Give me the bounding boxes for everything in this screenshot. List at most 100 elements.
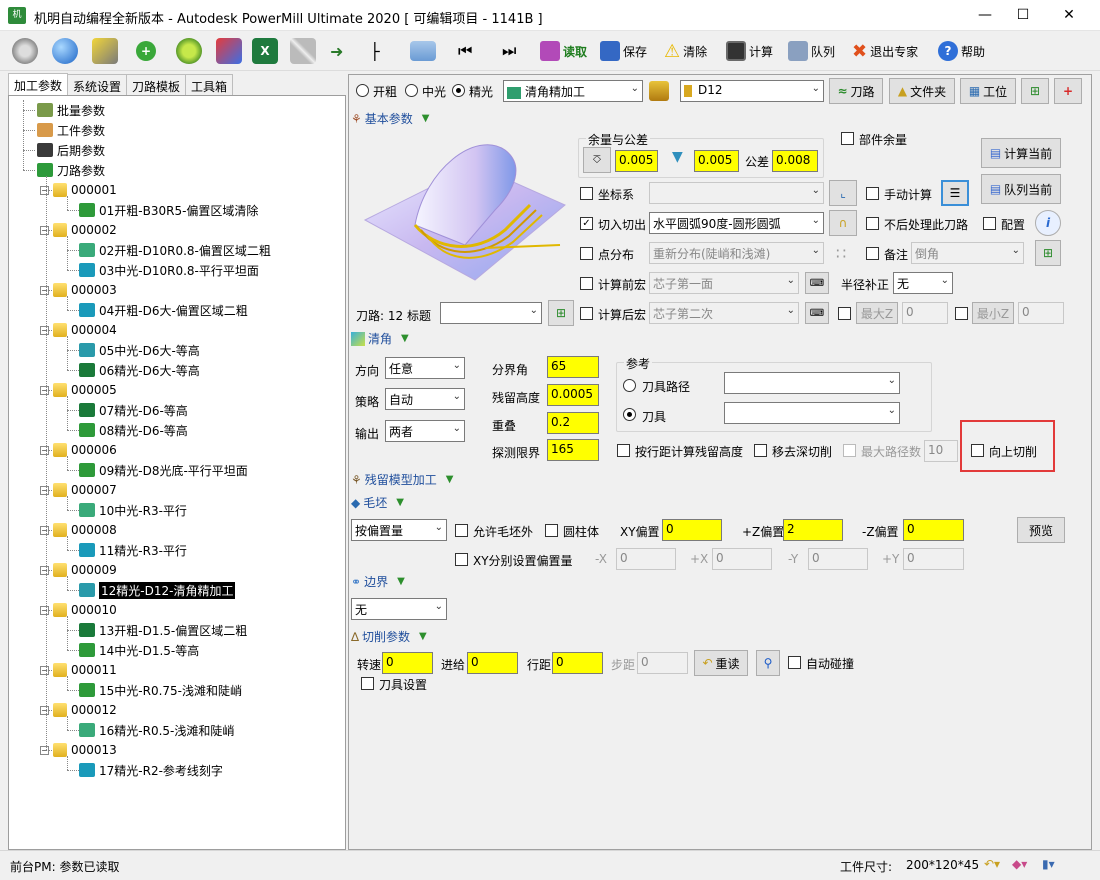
strategy-select[interactable]: 清角精加工 ⌄ <box>503 80 643 102</box>
new-toolpath-button[interactable]: + <box>1054 78 1082 104</box>
preview-button[interactable]: 预览 <box>1017 517 1065 543</box>
my-input[interactable]: 0 <box>808 548 868 570</box>
angle-input[interactable]: 65 <box>547 356 599 378</box>
tree-group[interactable]: − 000012 <box>40 700 117 720</box>
import-button[interactable]: ➜ <box>330 35 343 67</box>
tree-group[interactable]: − 000004 <box>40 320 117 340</box>
folder-open-button[interactable]: ▲ 文件夹 <box>889 78 955 104</box>
no-post-checkbox[interactable] <box>866 217 879 230</box>
allowance-axial-input[interactable]: 0.005 <box>694 150 739 172</box>
radio-rough[interactable] <box>356 84 369 97</box>
export-button[interactable]: ⊞ <box>1021 78 1049 104</box>
pre-macro-edit-button[interactable]: ⌨ <box>805 272 829 294</box>
part-allowance-checkbox[interactable] <box>841 132 854 145</box>
point-dist-checkbox[interactable] <box>580 247 593 260</box>
section-basic[interactable]: ⚘ 基本参数 ▼ <box>351 110 429 127</box>
tab-machining-params[interactable]: 加工参数 <box>8 73 69 97</box>
folder-button[interactable] <box>410 35 436 67</box>
allowance-radial-input[interactable]: 0.005 <box>615 150 658 172</box>
leadin-checkbox[interactable]: ✓ <box>580 217 593 230</box>
note-checkbox[interactable] <box>866 247 879 260</box>
tree-group[interactable]: − 000009 <box>40 560 117 580</box>
ref-tool-select[interactable]: ⌄ <box>724 402 900 424</box>
tree-item[interactable]: 07精光-D6-等高 <box>79 400 188 420</box>
section-corner[interactable]: 清角 ▼ <box>351 330 409 347</box>
calc-button[interactable]: 计算 <box>726 35 773 67</box>
coord-pick-button[interactable]: ⌞ <box>829 180 857 206</box>
pre-macro-checkbox[interactable] <box>580 277 593 290</box>
status-undo-icon[interactable]: ↶▾ <box>984 857 1000 871</box>
post-macro-select[interactable]: 芯子第二次 ⌄ <box>649 302 799 324</box>
tree-item[interactable]: 09精光-D8光底-平行平坦面 <box>79 460 248 480</box>
xy-separate-checkbox[interactable] <box>455 553 468 566</box>
save-button[interactable]: 保存 <box>600 35 647 67</box>
max-route-checkbox[interactable] <box>843 444 856 457</box>
collapse-minus-icon[interactable]: − <box>40 705 49 715</box>
corner-strategy-select[interactable]: 自动 ⌄ <box>385 388 465 410</box>
info-button[interactable]: i <box>1035 210 1061 236</box>
maxz-checkbox[interactable] <box>838 307 851 320</box>
minz-button[interactable]: 最小Z <box>972 302 1014 324</box>
pz-offset-input[interactable]: 2 <box>783 519 843 541</box>
tree-group[interactable]: − 000010 <box>40 600 117 620</box>
mx-input[interactable]: 0 <box>616 548 676 570</box>
tree-item[interactable]: 11精光-R3-平行 <box>79 540 187 560</box>
section-boundary[interactable]: ⚭ 边界 ▼ <box>351 573 405 590</box>
tolerance-input[interactable]: 0.008 <box>772 150 818 172</box>
title-add-button[interactable]: ⊞ <box>548 300 574 326</box>
queue-button[interactable]: 队列 <box>788 35 835 67</box>
queue-current-button[interactable]: ▤ 队列当前 <box>981 174 1061 204</box>
note-select[interactable]: 倒角 ⌄ <box>911 242 1024 264</box>
max-route-input[interactable]: 10 <box>924 440 958 462</box>
workpos-button[interactable]: ▦ 工位 <box>960 78 1016 104</box>
stepdown-input[interactable]: 0 <box>637 652 688 674</box>
tree-group[interactable]: − 000008 <box>40 520 117 540</box>
collapse-minus-icon[interactable]: − <box>40 325 49 335</box>
settings-gear-button[interactable] <box>12 35 38 67</box>
tree-item[interactable]: 10中光-R3-平行 <box>79 500 187 520</box>
tool-settings-checkbox[interactable] <box>361 677 374 690</box>
tree-item[interactable]: 04开粗-D6大-偏置区域二粗 <box>79 300 248 320</box>
tree-item[interactable]: 01开粗-B30R5-偏置区域清除 <box>79 200 258 220</box>
tree-group[interactable]: − 000005 <box>40 380 117 400</box>
coord-select[interactable]: ⌄ <box>649 182 824 204</box>
last-button[interactable]: ⏭ <box>502 35 516 67</box>
tree-top-item[interactable]: 工件参数 <box>37 120 105 140</box>
excel-button[interactable]: X <box>252 35 278 67</box>
stepover-cusp-checkbox[interactable] <box>617 444 630 457</box>
clear-button[interactable]: ⚠ 清除 <box>664 35 707 67</box>
radio-semi[interactable] <box>405 84 418 97</box>
tree-group[interactable]: − 000001 <box>40 180 117 200</box>
first-button[interactable]: ⏮ <box>458 35 472 67</box>
ref-toolpath-select[interactable]: ⌄ <box>724 372 900 394</box>
coord-checkbox[interactable] <box>580 187 593 200</box>
wrench-button[interactable] <box>290 35 316 67</box>
ref-toolpath-radio[interactable] <box>623 379 636 392</box>
collapse-minus-icon[interactable]: − <box>40 285 49 295</box>
maxz-button[interactable]: 最大Z <box>856 302 898 324</box>
tree-group[interactable]: − 000011 <box>40 660 117 680</box>
stepover-input[interactable]: 0 <box>552 652 603 674</box>
direction-select[interactable]: 任意 ⌄ <box>385 357 465 379</box>
post-macro-edit-button[interactable]: ⌨ <box>805 302 829 324</box>
maxz-input[interactable]: 0 <box>902 302 948 324</box>
leadin-edit-button[interactable]: ∩ <box>829 210 857 236</box>
toolpath-button[interactable]: ≈ 刀路 <box>829 78 883 104</box>
tree-item[interactable]: 12精光-D12-清角精加工 <box>79 580 236 600</box>
tree-item[interactable]: 15中光-R0.75-浅滩和陡峭 <box>79 680 242 700</box>
cylinder-checkbox[interactable] <box>545 524 558 537</box>
pre-macro-select[interactable]: 芯子第一面 ⌄ <box>649 272 799 294</box>
tree-group[interactable]: − 000006 <box>40 440 117 460</box>
config-checkbox[interactable] <box>983 217 996 230</box>
tool-edit-button[interactable] <box>92 35 118 67</box>
px-input[interactable]: 0 <box>712 548 772 570</box>
collapse-minus-icon[interactable]: − <box>40 565 49 575</box>
add-button[interactable]: + <box>136 35 156 67</box>
layers-button[interactable]: ☰ <box>941 180 969 206</box>
tree-group[interactable]: − 000002 <box>40 220 117 240</box>
close-icon[interactable]: ✕ <box>1046 0 1092 30</box>
reread-button[interactable]: ↶ 重读 <box>694 650 748 676</box>
tool-holder-icon[interactable] <box>649 81 669 101</box>
collapse-minus-icon[interactable]: − <box>40 525 49 535</box>
tree-top-item[interactable]: 批量参数 <box>37 100 105 120</box>
